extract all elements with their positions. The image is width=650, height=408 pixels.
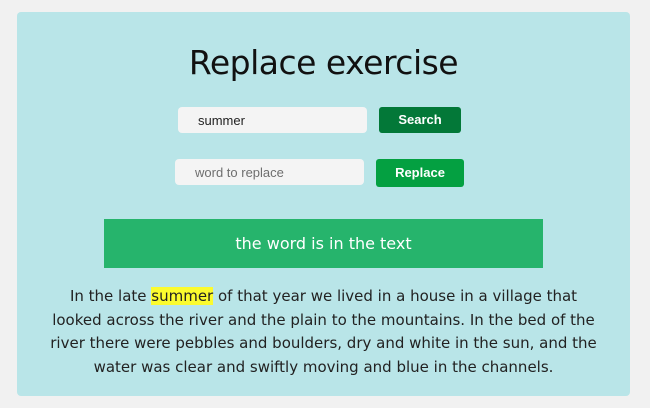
replace-input[interactable] — [175, 159, 364, 185]
passage-text: In the late summer of that year we lived… — [47, 285, 600, 379]
status-message: the word is in the text — [104, 219, 543, 268]
page-title: Replace exercise — [188, 43, 459, 82]
search-button[interactable]: Search — [379, 107, 461, 133]
exercise-card: Replace exercise Search Replace the word… — [17, 12, 630, 396]
passage-before: In the late — [69, 287, 152, 305]
replace-button[interactable]: Replace — [376, 159, 464, 187]
highlighted-word: summer — [151, 287, 214, 305]
search-input[interactable] — [178, 107, 367, 133]
